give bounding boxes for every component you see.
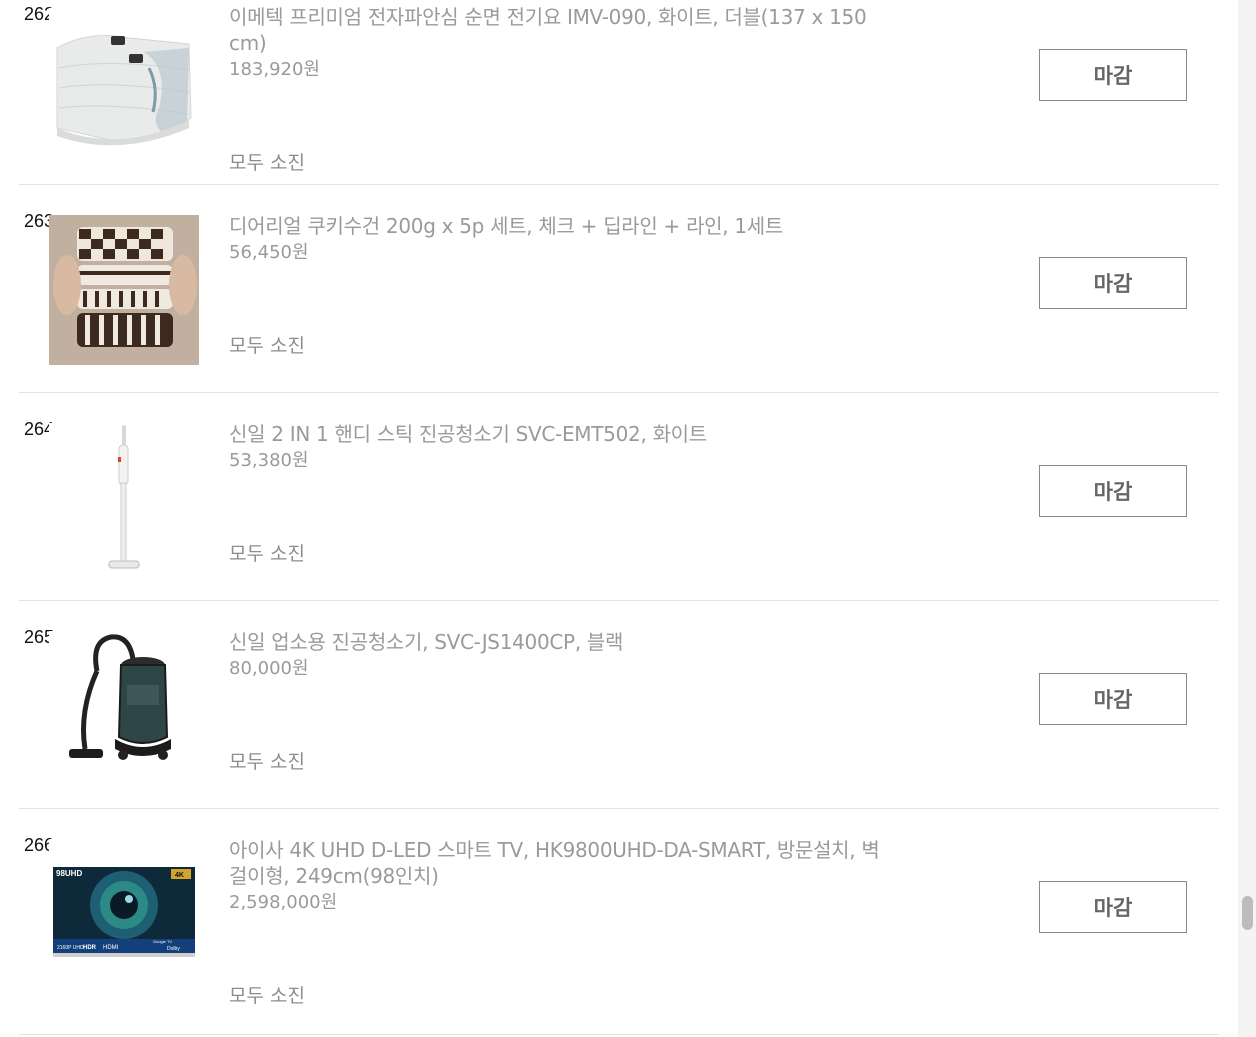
product-list-page: 262 이메텍 프리미엄 전자파안심 순면 전기요 IMV-090, 화이트, … <box>0 0 1256 1037</box>
item-info: 신일 2 IN 1 핸디 스틱 진공청소기 SVC-EMT502, 화이트 53… <box>229 421 889 473</box>
tv-dolby-label: Dolby <box>167 946 180 952</box>
electric-blanket-image[interactable] <box>49 8 199 158</box>
item-title[interactable]: 신일 업소용 진공청소기, SVC-JS1400CP, 블랙 <box>229 629 889 655</box>
closed-button[interactable]: 마감 <box>1039 465 1187 517</box>
tv-google-label: Google TV <box>153 939 172 944</box>
towel-set-image[interactable] <box>49 215 199 365</box>
canister-vacuum-image[interactable] <box>49 631 199 781</box>
product-list: 262 이메텍 프리미엄 전자파안심 순면 전기요 IMV-090, 화이트, … <box>19 0 1219 1035</box>
vertical-scrollbar[interactable] <box>1238 0 1256 1037</box>
tv-hdmi-label: HDMI <box>103 945 119 951</box>
scrollbar-thumb[interactable] <box>1242 896 1253 930</box>
smart-tv-image[interactable]: 98UHD 4K 2160P UHD HDR HDMI Google TV Do… <box>49 839 199 989</box>
closed-button[interactable]: 마감 <box>1039 673 1187 725</box>
item-status: 모두 소진 <box>229 152 305 174</box>
item-info: 신일 업소용 진공청소기, SVC-JS1400CP, 블랙 80,000원 <box>229 629 889 681</box>
item-price: 80,000원 <box>229 658 309 679</box>
item-price: 183,920원 <box>229 59 320 80</box>
item-status: 모두 소진 <box>229 335 305 357</box>
item-status: 모두 소진 <box>229 751 305 773</box>
item-title[interactable]: 신일 2 IN 1 핸디 스틱 진공청소기 SVC-EMT502, 화이트 <box>229 421 889 447</box>
item-price: 56,450원 <box>229 242 309 263</box>
list-item: 265 신일 업소용 진공청소기, SVC-JS1400CP, 블랙 80,00… <box>19 601 1219 809</box>
list-item: 264 신일 2 IN 1 핸디 스틱 진공청소기 SVC-EMT502, 화이… <box>19 393 1219 601</box>
tv-model-badge: 98UHD <box>56 869 82 878</box>
tv-resolution-badge: 4K <box>175 872 184 879</box>
item-info: 디어리얼 쿠키수건 200g x 5p 세트, 체크 + 딥라인 + 라인, 1… <box>229 213 889 265</box>
item-title[interactable]: 디어리얼 쿠키수건 200g x 5p 세트, 체크 + 딥라인 + 라인, 1… <box>229 213 889 239</box>
tv-hdr-label: HDR <box>83 945 97 951</box>
item-price: 2,598,000원 <box>229 892 338 913</box>
list-item: 263 디어리얼 쿠키수건 200g x 5p 세트, 체크 + 딥라인 + 라… <box>19 185 1219 393</box>
tv-uhd-label: 2160P UHD <box>57 945 84 951</box>
closed-button[interactable]: 마감 <box>1039 49 1187 101</box>
item-title[interactable]: 아이사 4K UHD D-LED 스마트 TV, HK9800UHD-DA-SM… <box>229 837 889 889</box>
closed-button[interactable]: 마감 <box>1039 257 1187 309</box>
item-status: 모두 소진 <box>229 985 305 1007</box>
item-status: 모두 소진 <box>229 543 305 565</box>
item-title[interactable]: 이메텍 프리미엄 전자파안심 순면 전기요 IMV-090, 화이트, 더블(1… <box>229 4 889 56</box>
closed-button[interactable]: 마감 <box>1039 881 1187 933</box>
item-price: 53,380원 <box>229 450 309 471</box>
stick-vacuum-image[interactable] <box>49 423 199 573</box>
item-info: 이메텍 프리미엄 전자파안심 순면 전기요 IMV-090, 화이트, 더블(1… <box>229 4 889 82</box>
item-info: 아이사 4K UHD D-LED 스마트 TV, HK9800UHD-DA-SM… <box>229 837 889 915</box>
list-item: 262 이메텍 프리미엄 전자파안심 순면 전기요 IMV-090, 화이트, … <box>19 0 1219 185</box>
list-item: 266 98UHD 4K 2160P UHD HDR HDMI Google T… <box>19 809 1219 1035</box>
